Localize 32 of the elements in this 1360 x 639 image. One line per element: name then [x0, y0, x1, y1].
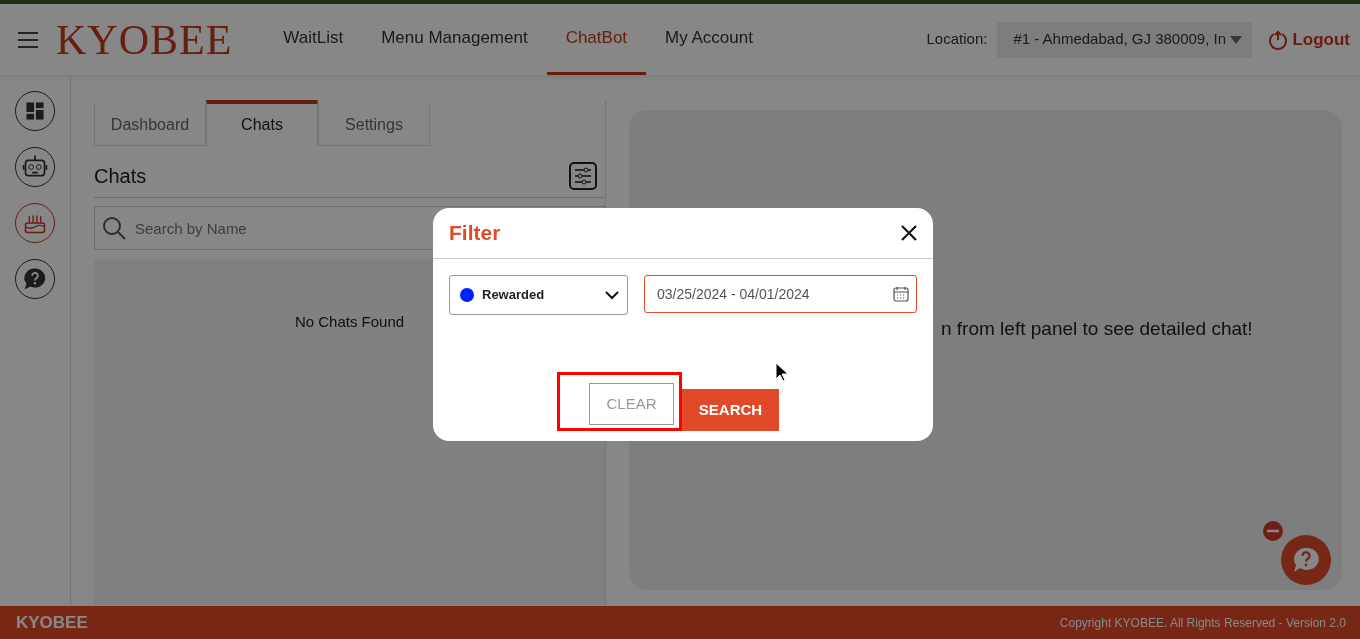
status-dropdown[interactable]: Rewarded	[449, 275, 628, 315]
nav-link[interactable]: My Account	[646, 4, 772, 75]
logout-link[interactable]: Logout	[1268, 26, 1350, 53]
minimize-icon[interactable]	[1263, 521, 1283, 541]
footer-brand: KYOBEE	[16, 612, 88, 635]
chevron-icon	[605, 290, 619, 300]
hint-message: n from left panel to see detailed chat!	[941, 318, 1253, 339]
tab[interactable]: Settings	[318, 100, 430, 146]
copyright-text: Copyright KYOBEE. All Rights Reserved - Version 2.0	[1059, 615, 1346, 632]
dialog-title: Filter	[449, 220, 501, 247]
menu-icon[interactable]	[18, 31, 38, 48]
filter-icon[interactable]	[569, 161, 597, 190]
nav-link[interactable]: WaitList	[264, 4, 363, 75]
close-icon[interactable]	[901, 225, 917, 241]
tab[interactable]: Chats	[206, 100, 318, 146]
search-button[interactable]: SEARCH	[682, 389, 779, 431]
power-icon	[1268, 29, 1289, 50]
nav-link[interactable]: ChatBot	[546, 4, 647, 75]
help-bubble-icon	[1291, 545, 1321, 575]
caret-icon	[1230, 35, 1243, 44]
brand-logo: KYOBEE	[56, 18, 233, 61]
date-range-field[interactable]: 03/25/2024 - 04/01/2024	[644, 275, 917, 313]
location-dropdown[interactable]: #1 - Ahmedabad, GJ 380009, In	[997, 21, 1253, 58]
cursor-icon	[775, 362, 789, 382]
location-label: Location:	[926, 29, 988, 50]
tab[interactable]: Dashboard	[94, 100, 206, 146]
calendar-icon[interactable]	[893, 286, 909, 302]
clear-button[interactable]: CLEAR	[589, 383, 674, 425]
search-icon	[102, 216, 126, 240]
panel-title: Chats	[94, 163, 147, 189]
nav-link[interactable]: Menu Management	[362, 4, 547, 75]
empty-message: No Chats Found	[294, 313, 405, 330]
